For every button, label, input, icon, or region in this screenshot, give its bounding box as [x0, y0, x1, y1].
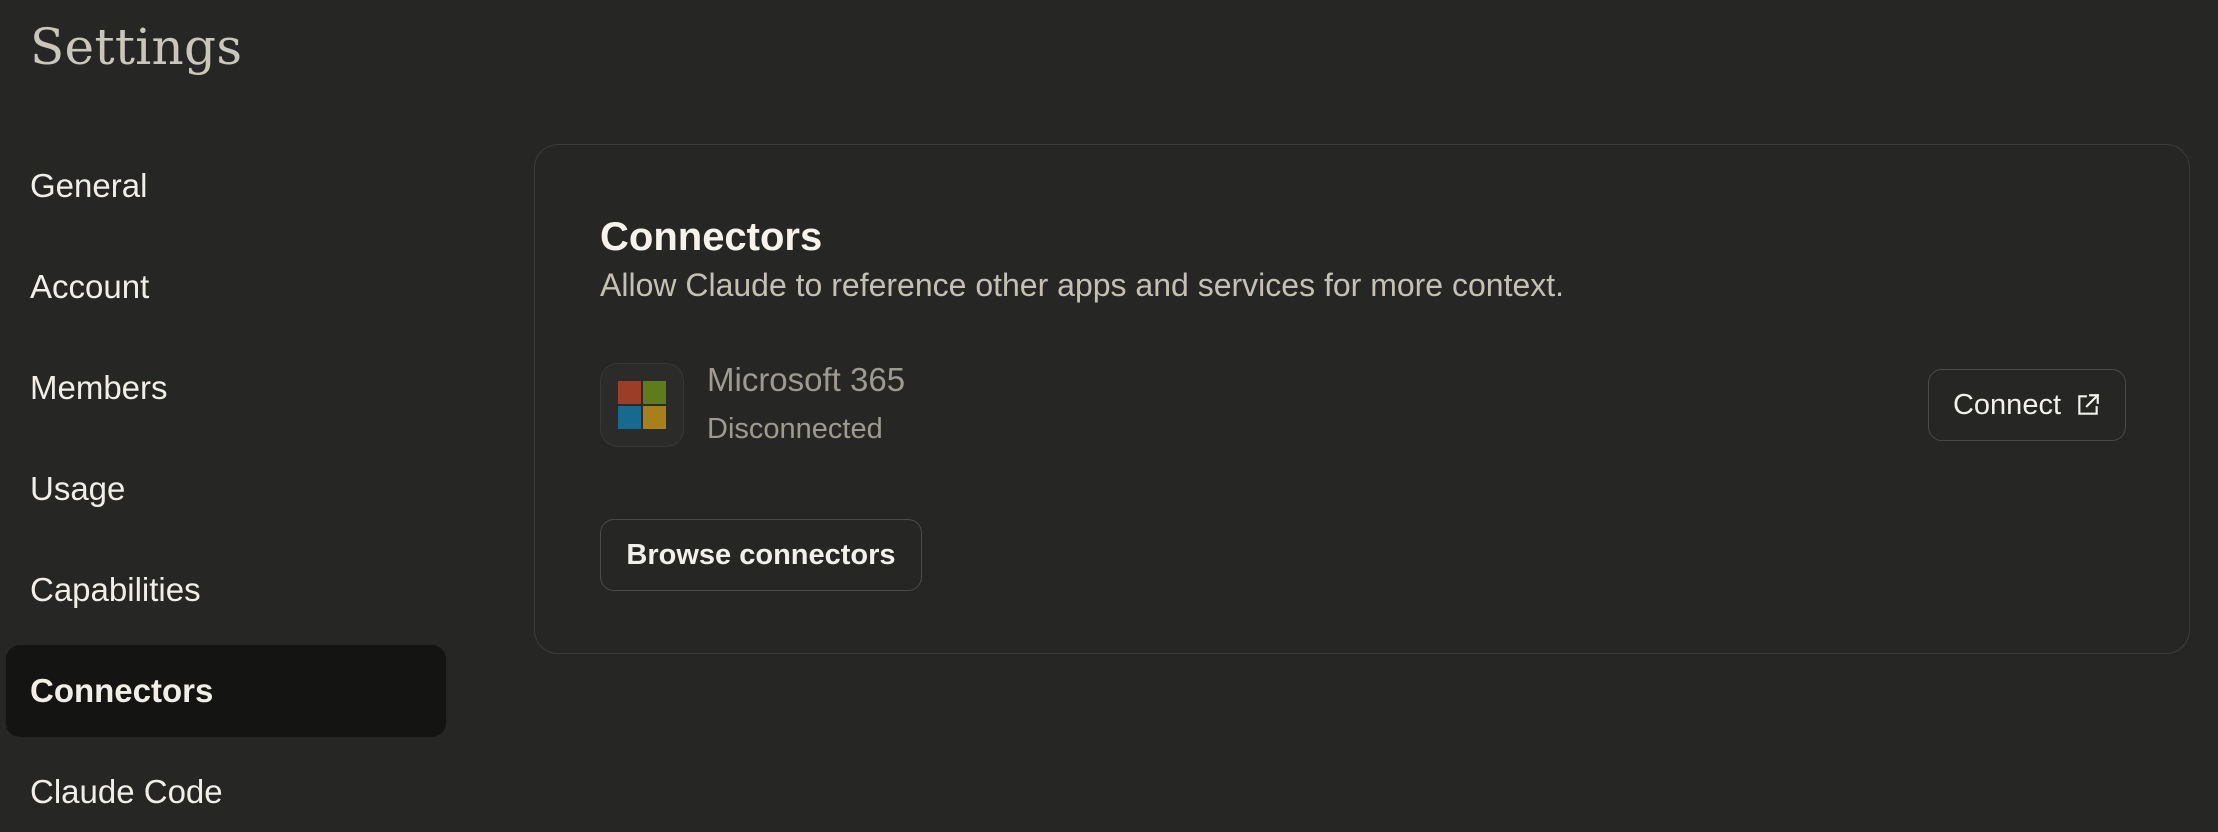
browse-connectors-button[interactable]: Browse connectors: [600, 519, 922, 591]
sidebar-item-capabilities[interactable]: Capabilities: [6, 544, 446, 636]
sidebar-item-usage[interactable]: Usage: [6, 443, 446, 535]
microsoft-logo-green-square: [643, 381, 666, 404]
connector-name: Microsoft 365: [707, 361, 906, 398]
sidebar-item-label: Capabilities: [30, 571, 201, 608]
microsoft-logo-blue-square: [618, 406, 641, 429]
sidebar-item-members[interactable]: Members: [6, 342, 446, 434]
connectors-card: Connectors Allow Claude to reference oth…: [534, 144, 2190, 654]
sidebar-item-connectors[interactable]: Connectors: [6, 645, 446, 737]
connect-button-label: Connect: [1952, 388, 2061, 421]
sidebar-item-account[interactable]: Account: [6, 241, 446, 333]
sidebar-item-label: Usage: [30, 470, 126, 507]
page-title: Settings: [30, 18, 243, 76]
external-link-icon: [2075, 392, 2101, 418]
sidebar-item-claude-code[interactable]: Claude Code: [6, 746, 446, 832]
microsoft-logo-red-square: [618, 381, 641, 404]
sidebar-item-label: General: [30, 167, 148, 204]
connectors-title: Connectors: [600, 215, 823, 259]
sidebar-item-general[interactable]: General: [6, 140, 446, 232]
sidebar-item-label: Account: [30, 268, 150, 305]
sidebar-item-label: Connectors: [30, 672, 214, 709]
microsoft-logo-yellow-square: [643, 406, 666, 429]
settings-sidebar: General Account Members Usage Capabiliti…: [6, 140, 446, 832]
connector-item-microsoft-365: Microsoft 365 Disconnected Connect: [600, 361, 2126, 449]
sidebar-item-label: Claude Code: [30, 773, 223, 810]
microsoft-logo-icon: [600, 363, 684, 447]
connector-status: Disconnected: [707, 413, 883, 445]
connect-button[interactable]: Connect: [1928, 369, 2126, 441]
connectors-subtitle: Allow Claude to reference other apps and…: [600, 267, 1565, 303]
sidebar-item-label: Members: [30, 369, 168, 406]
